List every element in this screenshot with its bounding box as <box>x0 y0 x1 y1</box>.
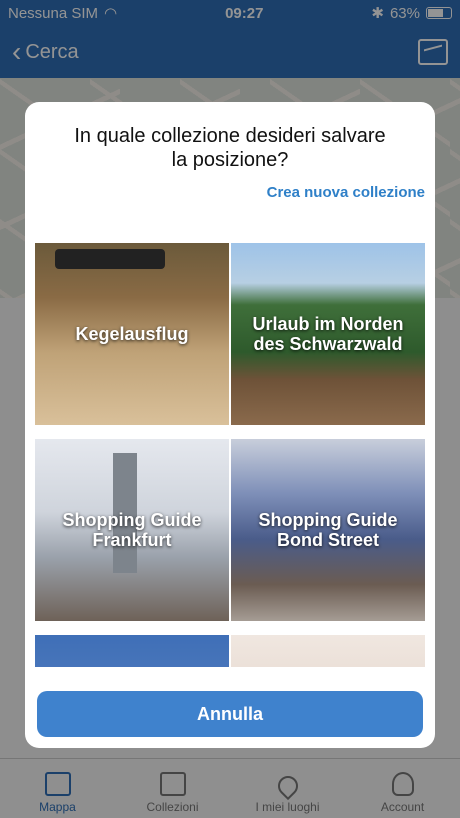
collection-tile[interactable]: Shopping Guide Frankfurt <box>35 439 229 621</box>
cancel-button[interactable]: Annulla <box>37 691 423 737</box>
collection-tile[interactable]: Kegelausflug <box>35 243 229 425</box>
collection-tile[interactable] <box>231 635 425 667</box>
save-to-collection-dialog: In quale collezione desideri salvare la … <box>25 102 435 748</box>
collection-label: Kegelausflug <box>75 324 189 344</box>
collection-tile[interactable]: Shopping Guide Bond Street <box>231 439 425 621</box>
collection-label: Shopping Guide Bond Street <box>258 510 398 550</box>
dialog-title: In quale collezione desideri salvare la … <box>74 125 386 171</box>
collection-label: Urlaub im Norden des Schwarzwald <box>252 314 404 354</box>
collections-grid: Kegelausflug Urlaub im Norden des Schwar… <box>35 243 425 667</box>
create-collection-link[interactable]: Crea nuova collezione <box>267 184 425 201</box>
collection-tile[interactable] <box>35 635 229 667</box>
collection-label: Shopping Guide Frankfurt <box>62 510 202 550</box>
collection-tile[interactable]: Urlaub im Norden des Schwarzwald <box>231 243 425 425</box>
